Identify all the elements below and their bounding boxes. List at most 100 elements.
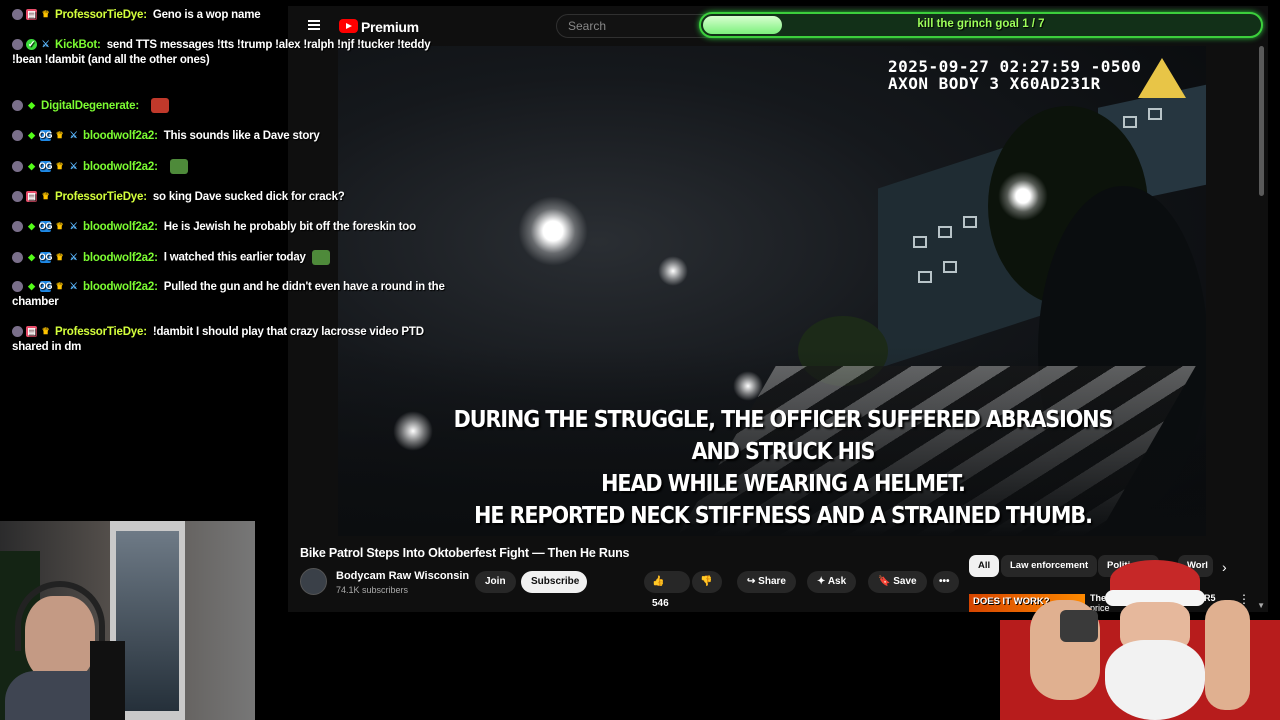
chat-emote bbox=[169, 159, 188, 174]
chat-username[interactable]: ProfessorTieDye: bbox=[55, 326, 147, 338]
user-badges: ✓ ⚔ bbox=[12, 39, 51, 51]
og-badge-icon: OG bbox=[38, 252, 53, 263]
user-avatar-icon bbox=[12, 326, 23, 338]
user-avatar-icon bbox=[12, 130, 23, 142]
chat-username[interactable]: bloodwolf2a2: bbox=[83, 281, 158, 293]
share-label: Share bbox=[758, 576, 786, 587]
chat-username[interactable]: bloodwolf2a2: bbox=[83, 130, 158, 142]
video-player[interactable]: 2025-09-27 02:27:59 -0500 AXON BODY 3 X6… bbox=[338, 46, 1206, 536]
chat-message: ▤ ♛ ProfessorTieDye: !dambit I should play … bbox=[12, 325, 462, 355]
caption-line: DURING THE STRUGGLE, THE OFFICER SUFFERE… bbox=[453, 407, 1114, 465]
chat-message: ◆ OG ♛ ⚔ bloodwolf2a2: This sounds like a Dav… bbox=[12, 129, 462, 144]
street-light bbox=[393, 411, 433, 451]
chat-username[interactable]: bloodwolf2a2: bbox=[83, 161, 158, 173]
chat-message: ◆ OG ♛ ⚔ bloodwolf2a2: bbox=[12, 159, 462, 175]
chat-text: I watched this earlier today bbox=[163, 251, 306, 264]
subscriber-count: 74.1K subscribers bbox=[336, 585, 409, 595]
crown-icon: ♛ bbox=[41, 191, 50, 202]
gift-icon: ▤ bbox=[26, 191, 37, 203]
user-badges: ◆ OG ♛ ⚔ bbox=[12, 161, 79, 172]
chat-username[interactable]: DigitalDegenerate: bbox=[41, 100, 139, 112]
chat-message: ✓ ⚔ KickBot: send TTS messages !tts !trump … bbox=[12, 38, 462, 68]
crown-icon: ♛ bbox=[55, 161, 64, 171]
sword-icon: ⚔ bbox=[69, 221, 78, 232]
user-badges: ◆ OG ♛ ⚔ bbox=[12, 252, 79, 263]
user-avatar-icon bbox=[12, 100, 23, 111]
user-avatar-icon bbox=[12, 39, 23, 51]
og-badge-icon: OG bbox=[38, 130, 53, 142]
dislike-button[interactable]: 👎 bbox=[692, 571, 722, 593]
building-window bbox=[1123, 116, 1137, 128]
user-badges: ◆ OG ♛ ⚔ bbox=[12, 130, 79, 142]
building-window bbox=[938, 226, 952, 238]
chat-message: ◆ DigitalDegenerate: bbox=[12, 98, 462, 114]
diamond-icon: ◆ bbox=[28, 221, 35, 232]
user-avatar-icon bbox=[12, 9, 23, 21]
user-badges: ◆ bbox=[12, 100, 37, 111]
user-badges: ◆ OG ♛ ⚔ bbox=[12, 221, 79, 233]
chip-all[interactable]: All bbox=[969, 555, 1000, 577]
user-avatar-icon bbox=[12, 161, 23, 172]
street-light bbox=[733, 371, 763, 401]
scrollbar[interactable] bbox=[1259, 46, 1264, 196]
chat-username[interactable]: bloodwolf2a2: bbox=[83, 221, 158, 233]
chat-username[interactable]: ProfessorTieDye: bbox=[55, 9, 147, 21]
diamond-icon: ◆ bbox=[28, 161, 35, 171]
diamond-icon: ◆ bbox=[28, 100, 35, 110]
caption-line: HE REPORTED NECK STIFFNESS AND A STRAINE… bbox=[474, 503, 1093, 529]
chat-username[interactable]: bloodwolf2a2: bbox=[83, 252, 158, 264]
user-avatar-icon bbox=[12, 252, 23, 263]
subscribe-button[interactable]: Subscribe bbox=[521, 571, 587, 593]
sword-icon: ⚔ bbox=[69, 252, 78, 262]
ask-label: Ask bbox=[827, 576, 847, 587]
like-button[interactable]: 👍 546 bbox=[644, 571, 690, 609]
save-button[interactable]: 🔖 Save bbox=[868, 571, 927, 593]
share-button[interactable]: ↪ Share bbox=[737, 571, 796, 593]
crown-icon: ♛ bbox=[55, 130, 64, 141]
chat-emote bbox=[311, 250, 330, 265]
stream-goal-bar: kill the grinch goal 1 / 7 bbox=[699, 12, 1263, 38]
user-badges: ▤ ♛ bbox=[12, 9, 51, 21]
building-window bbox=[943, 261, 957, 273]
join-button[interactable]: Join bbox=[475, 571, 516, 593]
building-window bbox=[913, 236, 927, 248]
building-window bbox=[918, 271, 932, 283]
gift-icon: ▤ bbox=[26, 9, 37, 21]
more-actions-button[interactable]: ••• bbox=[933, 571, 959, 593]
crown-icon: ♛ bbox=[41, 326, 50, 337]
og-badge-icon: OG bbox=[38, 161, 53, 172]
sword-icon: ⚔ bbox=[41, 39, 50, 50]
streamer-webcam bbox=[0, 521, 255, 720]
chat-username[interactable]: KickBot: bbox=[55, 39, 101, 51]
street-light bbox=[658, 256, 688, 286]
chat-message: ◆ OG ♛ ⚔ bloodwolf2a2: I watched this earlier… bbox=[12, 250, 462, 266]
building-window bbox=[1148, 108, 1162, 120]
crown-icon: ♛ bbox=[55, 252, 64, 262]
street-light bbox=[518, 196, 588, 266]
diamond-icon: ◆ bbox=[28, 281, 35, 292]
channel-avatar[interactable] bbox=[300, 568, 327, 595]
santa-beard bbox=[1105, 640, 1205, 720]
chat-emote bbox=[151, 98, 170, 113]
og-badge-icon: OG bbox=[38, 221, 53, 233]
chat-text: This sounds like a Dave story bbox=[163, 130, 320, 142]
diamond-icon: ◆ bbox=[28, 252, 35, 262]
ask-button[interactable]: ✦ Ask bbox=[807, 571, 857, 593]
like-count: 546 bbox=[652, 598, 669, 609]
user-badges: ◆ OG ♛ ⚔ bbox=[12, 281, 79, 293]
thumbs-down-icon: 👎 bbox=[700, 576, 713, 587]
user-badges: ▤ ♛ bbox=[12, 191, 51, 203]
chat-username[interactable]: ProfessorTieDye: bbox=[55, 191, 147, 203]
crown-icon: ♛ bbox=[55, 221, 64, 232]
gift-icon: ▤ bbox=[26, 326, 37, 338]
sword-icon: ⚔ bbox=[69, 130, 78, 141]
sparkle-icon: ✦ bbox=[817, 576, 826, 587]
more-horizontal-icon: ••• bbox=[939, 576, 950, 587]
user-avatar-icon bbox=[12, 191, 23, 203]
chat-message: ◆ OG ♛ ⚔ bloodwolf2a2: He is Jewish he probab… bbox=[12, 220, 462, 235]
chat-message: ▤ ♛ ProfessorTieDye: so king Dave sucked di… bbox=[12, 190, 462, 205]
channel-name[interactable]: Bodycam Raw Wisconsin bbox=[336, 570, 469, 582]
share-icon: ↪ bbox=[747, 576, 756, 587]
crown-icon: ♛ bbox=[41, 9, 50, 20]
goal-label: kill the grinch goal 1 / 7 bbox=[917, 18, 1045, 30]
